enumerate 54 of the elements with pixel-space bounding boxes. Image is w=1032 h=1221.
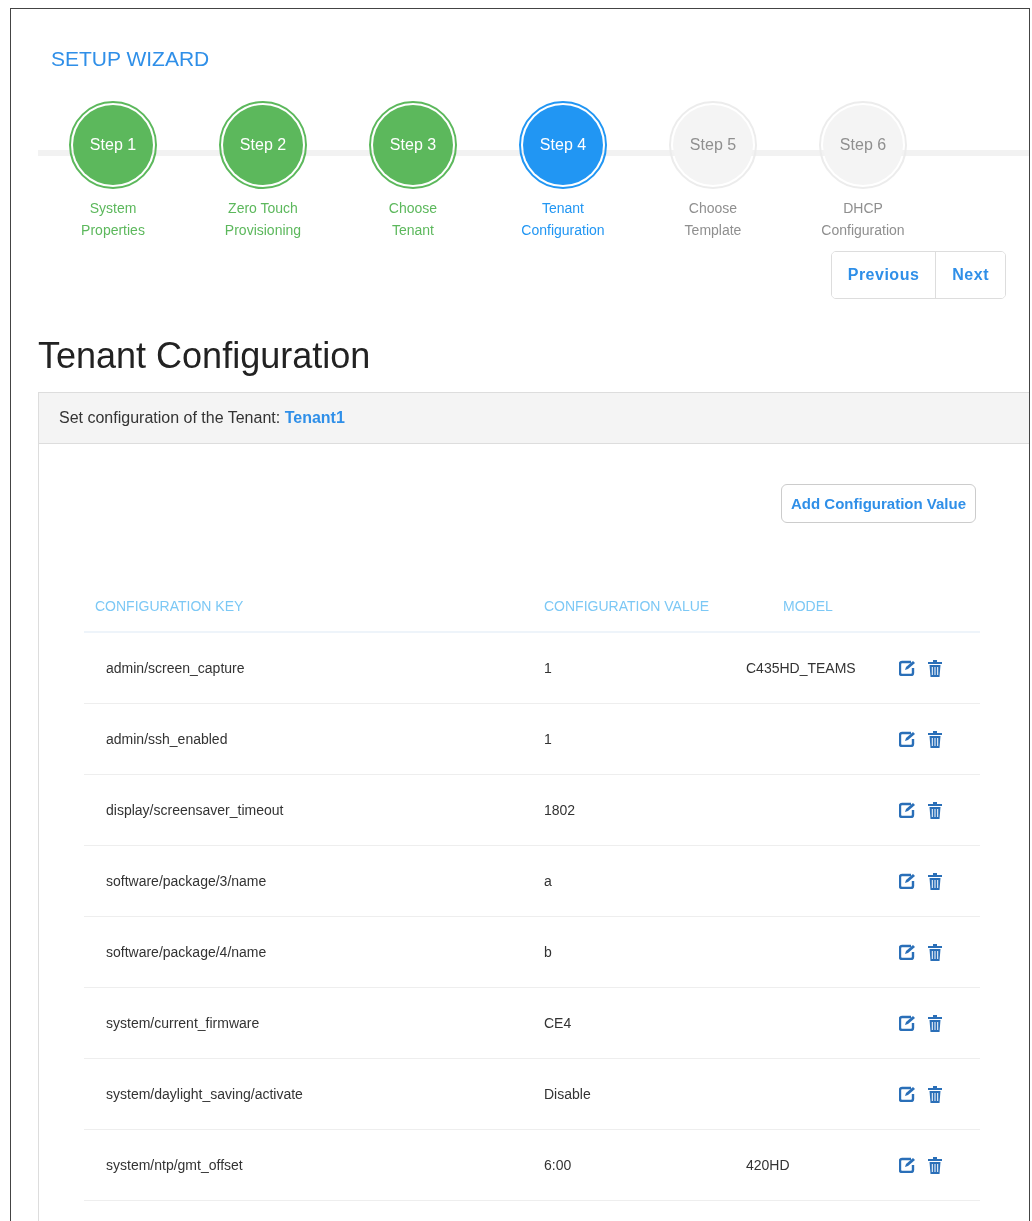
- table-cell: C435HD_TEAMS: [746, 660, 856, 676]
- step-caption: Tenant Configuration: [520, 199, 606, 240]
- table-cell: system/ntp/gmt_offset: [106, 1157, 243, 1173]
- table-cell: software/package/3/name: [106, 873, 267, 889]
- add-configuration-button[interactable]: Add Configuration Value: [781, 484, 976, 523]
- edit-icon[interactable]: [899, 873, 916, 889]
- trash-icon[interactable]: [928, 730, 942, 748]
- trash-icon[interactable]: [928, 1014, 942, 1032]
- table-cell: 1: [544, 731, 552, 747]
- edit-icon[interactable]: [899, 802, 916, 818]
- step-caption: Choose Tenant: [387, 199, 439, 240]
- table-cell: CE4: [544, 1015, 572, 1031]
- table-cell: a: [544, 873, 552, 889]
- table-cell: admin/screen_capture: [106, 660, 245, 676]
- trash-icon[interactable]: [928, 943, 942, 961]
- table-cell: 1: [544, 660, 552, 676]
- step-circle[interactable]: Step 2: [219, 101, 307, 189]
- column-header: MODEL: [782, 581, 898, 632]
- panel-header: Set configuration of the Tenant: Tenant1: [39, 393, 1029, 444]
- step-caption: Choose Template: [683, 199, 743, 240]
- trash-icon[interactable]: [928, 1156, 942, 1174]
- step-circle[interactable]: Step 1: [69, 101, 157, 189]
- next-button[interactable]: Next: [935, 252, 1005, 298]
- trash-icon[interactable]: [928, 801, 942, 819]
- step-caption: Zero Touch Provisioning: [223, 199, 303, 240]
- column-header: CONFIGURATION KEY: [84, 581, 543, 632]
- step-circle[interactable]: Step 5: [669, 101, 757, 189]
- step-circle[interactable]: Step 6: [819, 101, 907, 189]
- step-caption: System Properties: [80, 199, 146, 240]
- table-cell: 6:00: [544, 1157, 572, 1173]
- table-cell: system/daylight_saving/activate: [106, 1086, 303, 1102]
- step-circle[interactable]: Step 4: [519, 101, 607, 189]
- step-caption: DHCP Configuration: [820, 199, 906, 240]
- table-cell: display/screensaver_timeout: [106, 802, 284, 818]
- table-cell: Disable: [544, 1086, 591, 1102]
- edit-icon[interactable]: [899, 731, 916, 747]
- step-circle[interactable]: Step 3: [369, 101, 457, 189]
- edit-icon[interactable]: [899, 1086, 916, 1102]
- table-cell: software/package/4/name: [106, 944, 267, 960]
- table-cell: 1802: [544, 802, 576, 818]
- trash-icon[interactable]: [928, 1085, 942, 1103]
- page-heading: Tenant Configuration: [38, 335, 372, 377]
- table-cell: b: [544, 944, 552, 960]
- trash-icon[interactable]: [928, 659, 942, 677]
- trash-icon[interactable]: [928, 872, 942, 890]
- table-cell: system/current_firmware: [106, 1015, 260, 1031]
- edit-icon[interactable]: [899, 944, 916, 960]
- table-cell: 420HD: [746, 1157, 790, 1173]
- column-header: CONFIGURATION VALUE: [543, 581, 782, 632]
- wizard-title: SETUP WIZARD: [50, 46, 211, 71]
- edit-icon[interactable]: [899, 660, 916, 676]
- edit-icon[interactable]: [899, 1015, 916, 1031]
- table-cell: admin/ssh_enabled: [106, 731, 228, 747]
- edit-icon[interactable]: [899, 1157, 916, 1173]
